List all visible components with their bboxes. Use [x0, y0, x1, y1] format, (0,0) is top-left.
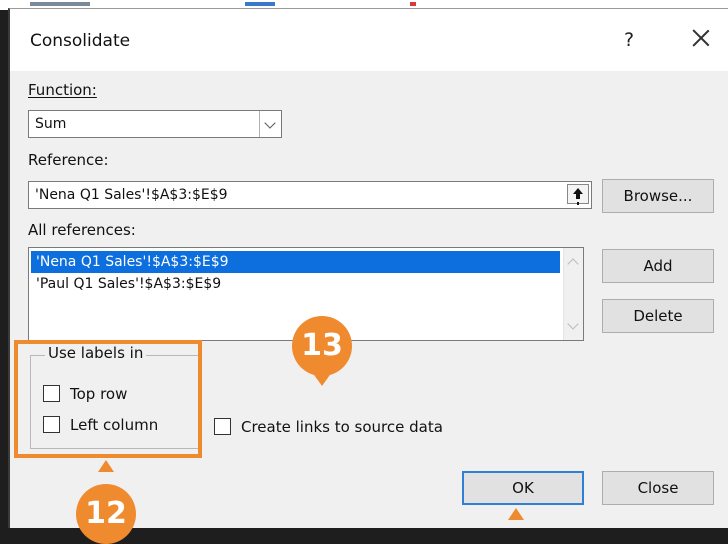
- all-references-label: All references:: [28, 221, 136, 239]
- strip-mark: [30, 2, 90, 6]
- close-button[interactable]: Close: [602, 471, 714, 505]
- create-links-label: Create links to source data: [241, 418, 443, 436]
- function-select[interactable]: Sum: [28, 110, 282, 138]
- callout-pointer: [312, 372, 332, 386]
- browse-button-label: Browse...: [623, 187, 693, 205]
- ok-button[interactable]: OK: [462, 471, 584, 505]
- chevron-down-icon[interactable]: [259, 111, 281, 137]
- callout-badge-12: 12: [76, 484, 136, 544]
- callout-pointer: [98, 460, 114, 472]
- list-scrollbar[interactable]: [563, 248, 583, 340]
- callout-pointer: [508, 508, 524, 520]
- add-button[interactable]: Add: [602, 249, 714, 283]
- title-bar: Consolidate ?: [10, 9, 728, 71]
- reference-label-text: Reference:: [28, 151, 109, 169]
- close-icon[interactable]: [686, 23, 716, 53]
- strip-mark: [410, 2, 416, 6]
- callout-badge-13: 13: [292, 316, 352, 376]
- all-references-label-text: All references:: [28, 221, 136, 239]
- function-label-text: Function:: [28, 81, 97, 99]
- collapse-dialog-icon[interactable]: [567, 184, 589, 204]
- browse-button[interactable]: Browse...: [602, 179, 714, 213]
- dialog-title: Consolidate: [30, 31, 131, 51]
- add-button-label: Add: [643, 257, 673, 275]
- scroll-down-icon[interactable]: [567, 318, 579, 330]
- delete-button[interactable]: Delete: [602, 299, 714, 333]
- close-button-label: Close: [637, 479, 679, 497]
- reference-value: 'Nena Q1 Sales'!$A$3:$E$9: [35, 187, 228, 203]
- reference-label: Reference:: [28, 151, 109, 169]
- create-links-option[interactable]: Create links to source data: [214, 417, 514, 437]
- create-links-checkbox[interactable]: [214, 418, 231, 435]
- list-item[interactable]: 'Paul Q1 Sales'!$A$3:$E$9: [31, 273, 560, 295]
- ok-button-label: OK: [512, 479, 534, 497]
- help-button[interactable]: ?: [615, 25, 643, 55]
- use-labels-highlight: [14, 340, 202, 458]
- function-value: Sum: [35, 116, 67, 132]
- reference-input[interactable]: 'Nena Q1 Sales'!$A$3:$E$9: [28, 181, 592, 209]
- scroll-up-icon[interactable]: [567, 258, 579, 270]
- function-label: Function:: [28, 81, 97, 99]
- list-item[interactable]: 'Nena Q1 Sales'!$A$3:$E$9: [31, 251, 560, 273]
- delete-button-label: Delete: [633, 307, 683, 325]
- strip-mark: [245, 2, 275, 6]
